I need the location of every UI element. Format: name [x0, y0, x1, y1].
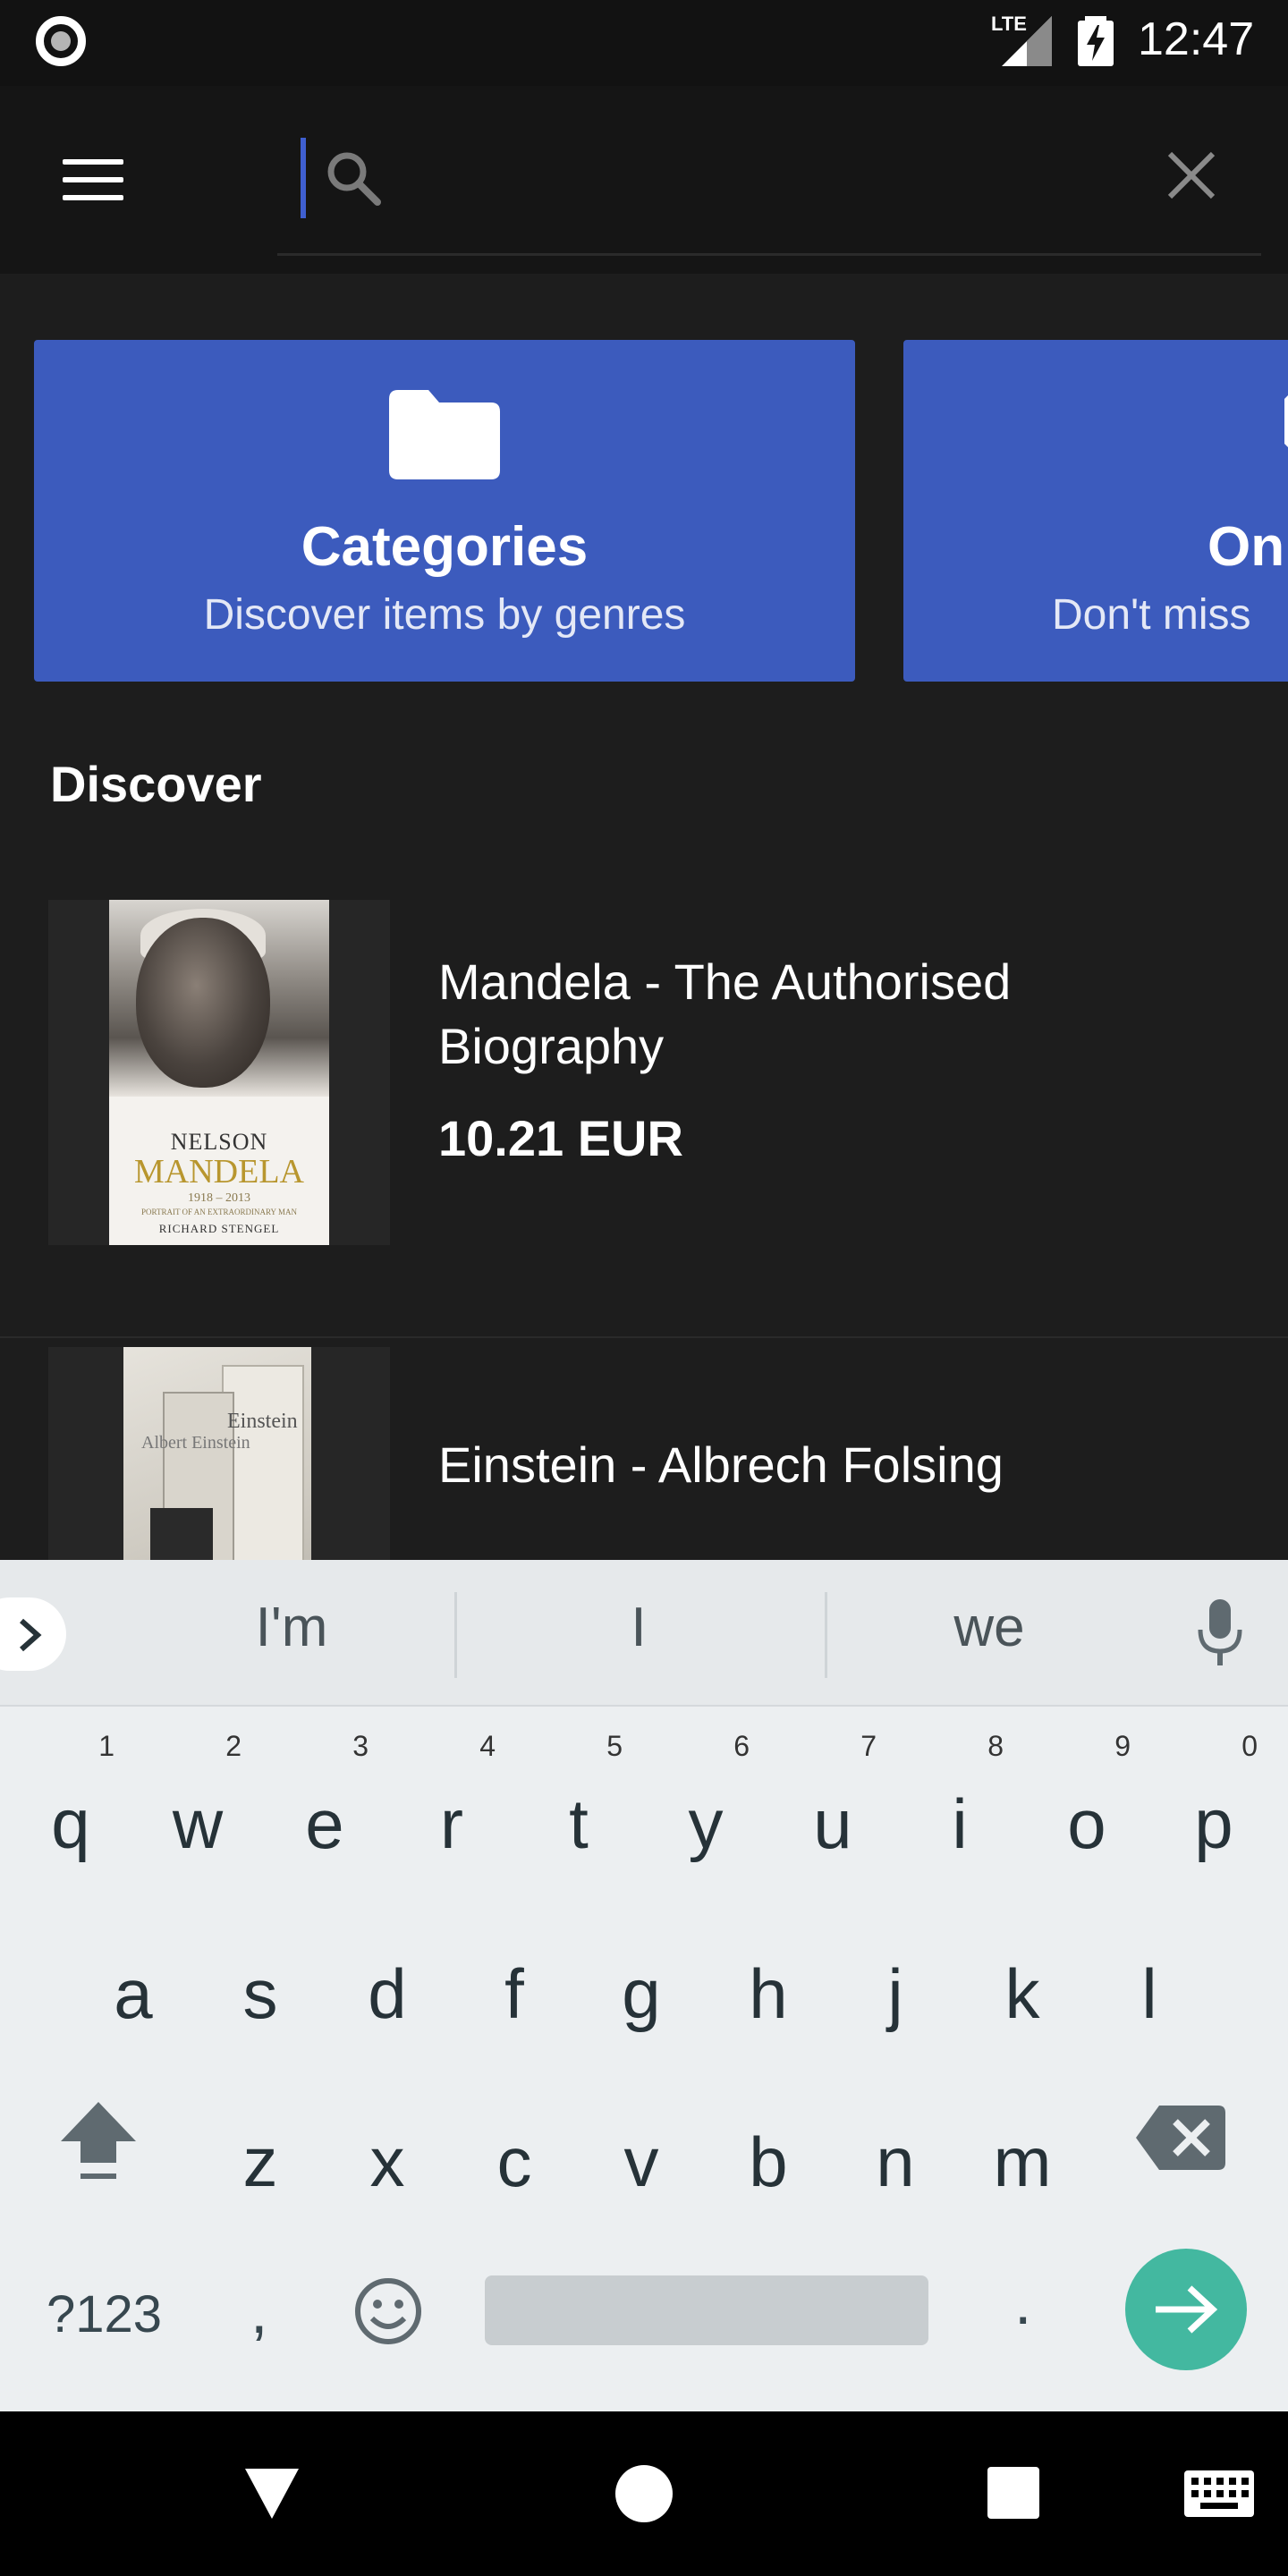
key-l[interactable]: l [1091, 1891, 1208, 2052]
shift-icon[interactable] [54, 2097, 143, 2186]
promo-title: On [1208, 516, 1285, 578]
mandela-cover-image: NELSON MANDELA 1918 – 2013 PORTRAIT OF A… [109, 900, 329, 1245]
close-icon[interactable] [1163, 147, 1220, 204]
backspace-icon[interactable] [1136, 2106, 1225, 2170]
key-w[interactable]: 2w [140, 1721, 256, 1882]
app-bar [0, 86, 1288, 274]
key-u[interactable]: 7u [775, 1721, 891, 1882]
key-n[interactable]: n [837, 2061, 953, 2222]
text-cursor [301, 138, 306, 218]
book-price: 10.21 EUR [438, 1110, 683, 1166]
search-input[interactable] [385, 140, 1136, 220]
key-b[interactable]: b [710, 2061, 826, 2222]
book-cover: NELSON MANDELA 1918 – 2013 PORTRAIT OF A… [48, 900, 390, 1245]
soft-keyboard: I'm I we 1q 2w 3e 4r 5t 6y 7u 8i 9o 0p a… [0, 1560, 1288, 2411]
clock: 12:47 [1138, 13, 1255, 65]
chevron-right-icon [20, 1618, 42, 1652]
folder-icon [389, 390, 500, 479]
key-c[interactable]: c [456, 2061, 572, 2222]
record-indicator-icon [36, 16, 86, 66]
expand-suggestions-button[interactable] [0, 1597, 66, 1671]
key-j[interactable]: j [837, 1891, 953, 2052]
tag-icon [1284, 395, 1288, 447]
space-bar[interactable] [485, 2275, 928, 2345]
symbols-key[interactable]: ?123 [47, 2284, 162, 2344]
key-r[interactable]: 4r [394, 1721, 510, 1882]
key-q[interactable]: 1q [13, 1721, 129, 1882]
keyboard-icon[interactable] [1184, 2470, 1254, 2517]
key-g[interactable]: g [583, 1891, 699, 2052]
main-content: Categories Discover items by genres On D… [0, 274, 1288, 1560]
microphone-icon[interactable] [1195, 1599, 1245, 1667]
suggestion-3[interactable]: we [855, 1596, 1123, 1659]
suggestion-bar: I'm I we [0, 1560, 1288, 1707]
status-bar: LTE 12:47 [0, 0, 1288, 86]
list-item[interactable]: Albert Einstein Einstein Einstein - Albr… [0, 1338, 1288, 1560]
enter-button[interactable] [1125, 2249, 1247, 2370]
on-sale-card[interactable]: On Don't miss [903, 340, 1288, 682]
key-k[interactable]: k [964, 1891, 1080, 2052]
book-title: Mandela - The Authorised Biography [438, 953, 1012, 1074]
book-title: Einstein - Albrech Folsing [438, 1436, 1004, 1493]
book-cover: Albert Einstein Einstein [48, 1347, 390, 1560]
recents-icon[interactable] [987, 2467, 1039, 2519]
key-i[interactable]: 8i [902, 1721, 1018, 1882]
key-y[interactable]: 6y [648, 1721, 764, 1882]
menu-icon[interactable] [59, 157, 131, 211]
search-icon [327, 152, 381, 206]
key-z[interactable]: z [202, 2061, 318, 2222]
key-comma[interactable]: , [250, 2275, 267, 2347]
section-title: Discover [50, 756, 262, 812]
key-v[interactable]: v [583, 2061, 699, 2222]
key-e[interactable]: 3e [267, 1721, 383, 1882]
key-t[interactable]: 5t [521, 1721, 637, 1882]
emoji-icon[interactable] [352, 2275, 424, 2347]
key-a[interactable]: a [75, 1891, 191, 2052]
search-bar[interactable] [277, 131, 1261, 256]
key-o[interactable]: 9o [1029, 1721, 1145, 1882]
key-x[interactable]: x [329, 2061, 445, 2222]
suggestion-1[interactable]: I'm [157, 1596, 426, 1659]
categories-card[interactable]: Categories Discover items by genres [34, 340, 855, 682]
suggestion-2[interactable]: I [504, 1596, 773, 1659]
key-f[interactable]: f [456, 1891, 572, 2052]
key-h[interactable]: h [710, 1891, 826, 2052]
battery-charging-icon [1078, 16, 1114, 66]
promo-subtitle: Discover items by genres [203, 591, 686, 639]
promo-subtitle: Don't miss [1052, 591, 1251, 639]
signal-icon [1002, 16, 1052, 66]
key-d[interactable]: d [329, 1891, 445, 2052]
arrow-right-icon [1156, 2285, 1218, 2334]
key-m[interactable]: m [964, 2061, 1080, 2222]
home-icon[interactable] [615, 2465, 673, 2522]
back-icon[interactable] [243, 2467, 301, 2521]
key-period[interactable]: . [1014, 2267, 1031, 2338]
key-p[interactable]: 0p [1156, 1721, 1272, 1882]
navigation-bar [0, 2411, 1288, 2576]
list-item[interactable]: NELSON MANDELA 1918 – 2013 PORTRAIT OF A… [0, 891, 1288, 1338]
key-s[interactable]: s [202, 1891, 318, 2052]
promo-title: Categories [301, 516, 589, 578]
einstein-cover-image: Albert Einstein Einstein [123, 1347, 311, 1560]
